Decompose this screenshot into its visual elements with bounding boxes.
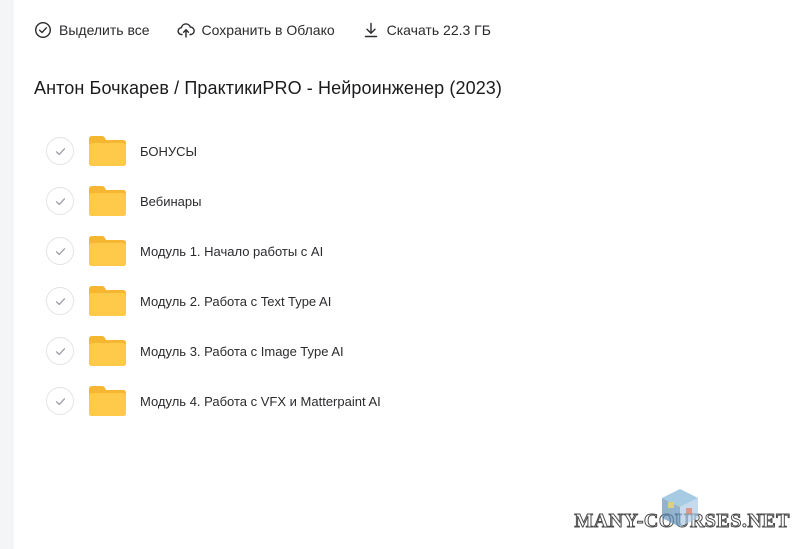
cloud-upload-icon <box>177 23 195 38</box>
folder-row[interactable]: БОНУСЫ <box>46 126 746 176</box>
folder-row[interactable]: Модуль 1. Начало работы с AI <box>46 226 746 276</box>
folder-icon <box>89 335 126 367</box>
row-checkbox[interactable] <box>46 187 74 215</box>
row-checkbox[interactable] <box>46 387 74 415</box>
check-icon <box>55 397 65 405</box>
file-browser-panel: Выделить все Сохранить в Облако Скачать … <box>14 0 800 549</box>
folder-name: Модуль 1. Начало работы с AI <box>140 243 324 259</box>
toolbar: Выделить все Сохранить в Облако Скачать … <box>34 18 518 42</box>
check-icon <box>55 147 65 155</box>
row-checkbox[interactable] <box>46 137 74 165</box>
check-circle-icon <box>34 21 52 39</box>
page-title: Антон Бочкарев / ПрактикиPRO - Нейроинже… <box>34 78 503 98</box>
folder-icon <box>89 185 126 217</box>
folder-icon <box>89 285 126 317</box>
check-icon <box>55 297 65 305</box>
folder-icon <box>89 385 126 417</box>
row-checkbox[interactable] <box>46 337 74 365</box>
folder-name: Вебинары <box>140 193 202 209</box>
check-icon <box>55 347 65 355</box>
check-icon <box>55 197 65 205</box>
download-label: Скачать 22.3 ГБ <box>386 22 491 38</box>
watermark: MANY-COURSES.NET <box>574 489 790 533</box>
folder-name: Модуль 2. Работа с Text Type AI <box>140 293 332 309</box>
folder-icon <box>89 135 126 167</box>
check-icon <box>55 247 65 255</box>
download-button[interactable]: Скачать 22.3 ГБ <box>362 21 491 39</box>
row-checkbox[interactable] <box>46 287 74 315</box>
select-all-label: Выделить все <box>59 22 150 38</box>
save-to-cloud-button[interactable]: Сохранить в Облако <box>177 21 335 39</box>
folder-name: Модуль 4. Работа с VFX и Matterpaint AI <box>140 393 381 409</box>
save-to-cloud-label: Сохранить в Облако <box>201 22 335 38</box>
cube-logo-icon <box>662 489 699 527</box>
folder-list: БОНУСЫ Вебинары Модуль 1. Начало работы … <box>46 126 746 426</box>
folder-icon <box>89 235 126 267</box>
row-checkbox[interactable] <box>46 237 74 265</box>
watermark-text: MANY-COURSES.NET <box>574 510 790 533</box>
folder-name: Модуль 3. Работа с Image Type AI <box>140 343 344 359</box>
folder-name: БОНУСЫ <box>140 143 198 159</box>
folder-row[interactable]: Модуль 2. Работа с Text Type AI <box>46 276 746 326</box>
download-icon <box>364 22 377 38</box>
folder-row[interactable]: Вебинары <box>46 176 746 226</box>
select-all-button[interactable]: Выделить все <box>34 21 150 39</box>
folder-row[interactable]: Модуль 4. Работа с VFX и Matterpaint AI <box>46 376 746 426</box>
folder-row[interactable]: Модуль 3. Работа с Image Type AI <box>46 326 746 376</box>
